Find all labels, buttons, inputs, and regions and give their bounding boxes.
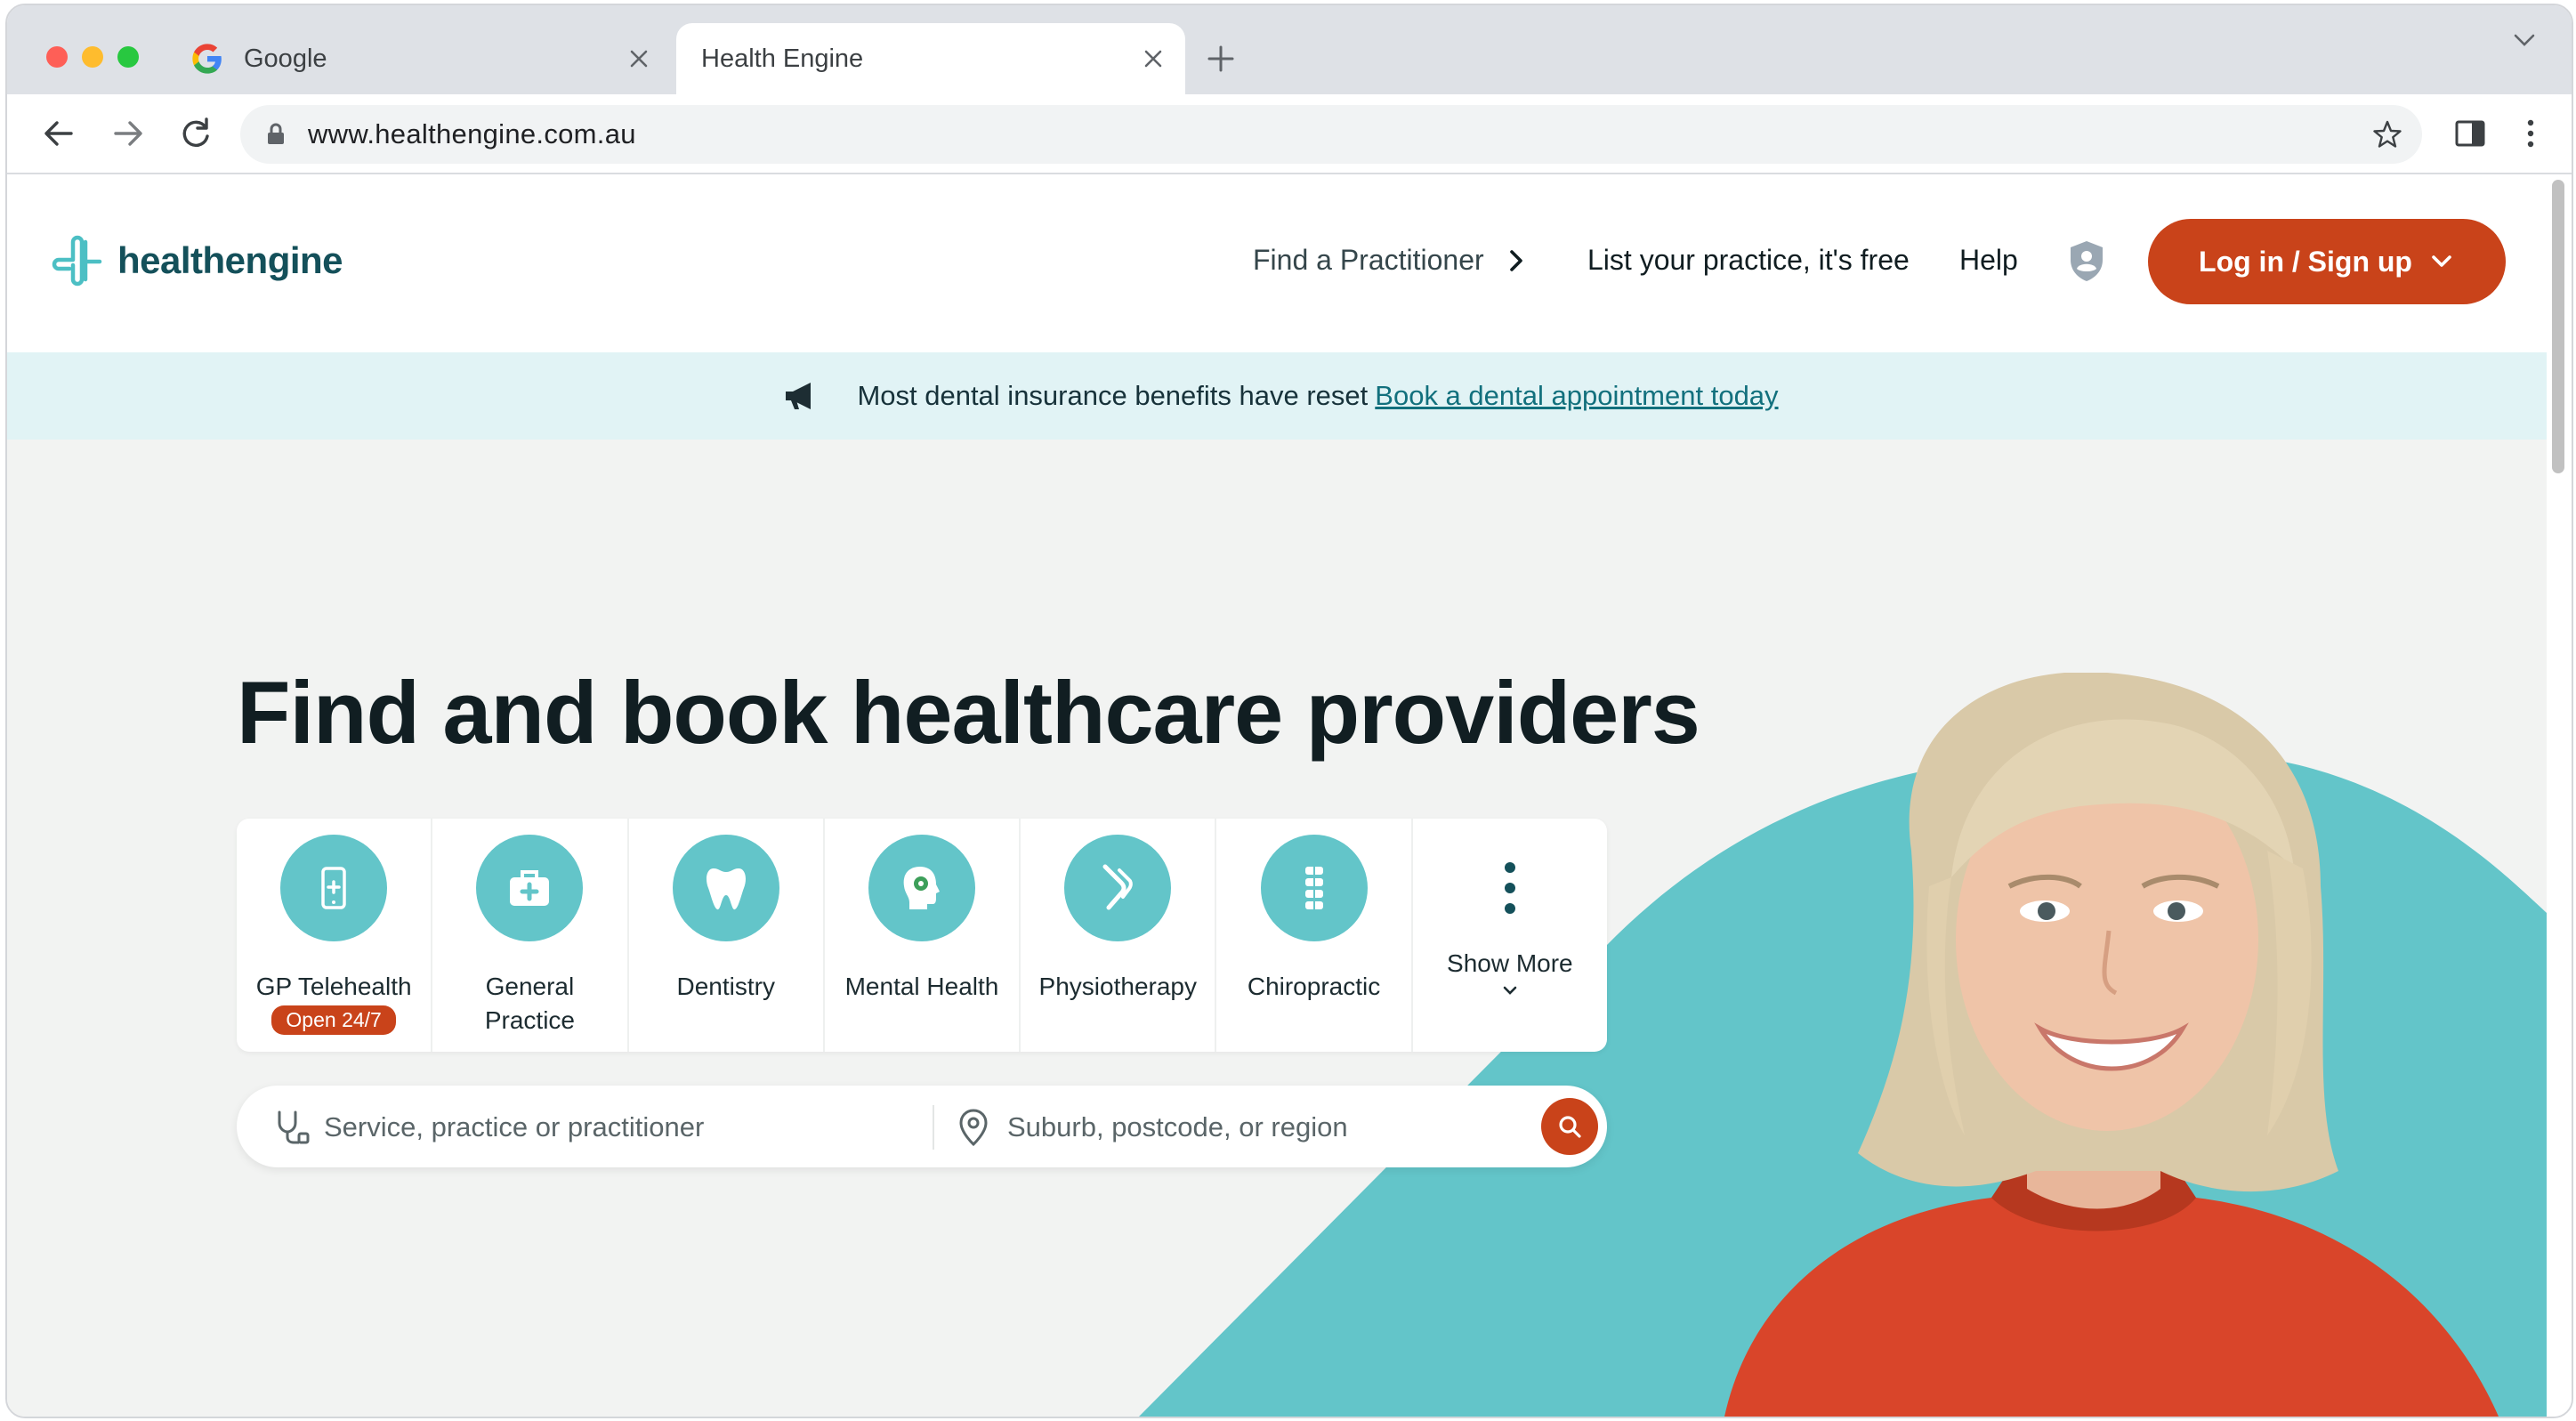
chevron-down-icon	[1503, 986, 1517, 995]
chevron-down-icon[interactable]	[2509, 25, 2540, 55]
category-label: GP Telehealth	[255, 973, 412, 1000]
list-practice-link[interactable]: List your practice, it's free	[1587, 244, 1910, 277]
logo-text: healthengine	[117, 239, 343, 281]
reload-icon[interactable]	[176, 114, 215, 153]
category-physiotherapy[interactable]: Physiotherapy	[1021, 819, 1217, 1052]
search-divider	[933, 1105, 934, 1150]
category-label: Dentistry	[676, 973, 775, 1000]
category-icon-circle	[476, 835, 584, 941]
category-show-more[interactable]: Show More	[1413, 819, 1607, 1052]
category-general-practice[interactable]: General Practice	[432, 819, 629, 1052]
location-search-input[interactable]	[1005, 1105, 1490, 1150]
search-icon	[1559, 1116, 1581, 1138]
menu-dots-icon[interactable]	[2511, 114, 2550, 153]
help-link[interactable]: Help	[1959, 244, 2018, 277]
healthengine-logo-icon	[52, 235, 102, 287]
forward-icon[interactable]	[109, 114, 148, 153]
book-dental-link[interactable]: Book a dental appointment today	[1375, 380, 1778, 412]
search-bar	[237, 1086, 1607, 1167]
new-tab-icon[interactable]	[1205, 43, 1237, 75]
lock-icon[interactable]	[263, 122, 288, 147]
address-bar[interactable]: www.healthengine.com.au	[240, 105, 2422, 164]
chevron-right-icon	[1509, 249, 1522, 271]
head-brain-icon	[903, 867, 940, 909]
tab-title: Health Engine	[701, 44, 864, 73]
page-content: healthengine Find a Practitioner List yo…	[7, 174, 2547, 1417]
hero-woman-photo	[1724, 673, 2499, 1417]
find-practitioner-label: Find a Practitioner	[1253, 244, 1484, 276]
back-icon[interactable]	[39, 114, 78, 153]
close-tab-icon[interactable]	[1139, 44, 1167, 73]
stethoscope-icon	[278, 1110, 310, 1144]
minimize-window-button[interactable]	[82, 46, 103, 68]
tooth-icon	[706, 868, 746, 910]
category-icon-circle	[280, 835, 388, 941]
tab-strip: Google Health Engine	[7, 5, 2572, 94]
category-label: Chiropractic	[1247, 973, 1381, 1000]
category-mental-health[interactable]: Mental Health	[825, 819, 1022, 1052]
service-search-input[interactable]	[322, 1105, 895, 1150]
login-signup-button[interactable]: Log in / Sign up	[2148, 219, 2506, 304]
category-label: Show More	[1447, 949, 1573, 977]
url-text[interactable]: www.healthengine.com.au	[308, 118, 636, 150]
site-header: healthengine Find a Practitioner List yo…	[7, 174, 2547, 352]
hero-title: Find and book healthcare providers	[237, 663, 1700, 762]
megaphone-icon	[786, 383, 812, 409]
maximize-window-button[interactable]	[117, 46, 139, 68]
category-icon-circle	[1064, 835, 1172, 941]
healthengine-logo[interactable]: healthengine	[50, 233, 343, 288]
location-pin-icon	[959, 1109, 988, 1147]
chevron-down-icon	[2432, 255, 2451, 267]
side-panel-icon[interactable]	[2451, 114, 2490, 153]
tab-title: Google	[244, 44, 327, 73]
browser-toolbar: www.healthengine.com.au	[7, 94, 2572, 174]
banner-text: Most dental insurance benefits have rese…	[857, 380, 1369, 411]
google-icon	[192, 44, 222, 74]
category-icon-circle	[868, 835, 975, 941]
login-signup-label: Log in / Sign up	[2199, 245, 2412, 278]
category-chiropractic[interactable]: Chiropractic	[1216, 819, 1413, 1052]
category-bar: GP Telehealth Open 24/7 General Practice	[237, 819, 1607, 1052]
close-tab-icon[interactable]	[625, 44, 653, 73]
category-label: Mental Health	[844, 973, 999, 1000]
bookmark-star-icon[interactable]	[2372, 119, 2402, 149]
phone-plus-icon	[321, 867, 346, 909]
category-icon-circle	[672, 835, 779, 941]
browser-window: Google Health Engine www.healthengine.co…	[5, 4, 2573, 1418]
close-window-button[interactable]	[46, 46, 68, 68]
joint-icon	[1102, 864, 1134, 910]
scrollbar-thumb[interactable]	[2552, 180, 2564, 473]
vertical-dots-icon	[1504, 862, 1515, 914]
category-label: Physiotherapy	[1038, 973, 1197, 1000]
search-button[interactable]	[1541, 1098, 1598, 1155]
tab-google[interactable]: Google	[173, 23, 671, 94]
medical-bag-icon	[510, 870, 550, 906]
open-24-7-badge: Open 24/7	[271, 1005, 396, 1035]
spine-icon	[1304, 867, 1323, 909]
category-gp-telehealth[interactable]: GP Telehealth Open 24/7	[237, 819, 433, 1052]
category-icon-circle	[1260, 835, 1368, 941]
privacy-shield-icon[interactable]	[2066, 238, 2107, 283]
category-dentistry[interactable]: Dentistry	[629, 819, 825, 1052]
announcement-banner: Most dental insurance benefits have rese…	[7, 352, 2547, 440]
find-practitioner-link[interactable]: Find a Practitioner	[1253, 244, 1529, 277]
tab-health-engine[interactable]: Health Engine	[676, 23, 1185, 94]
category-label: General Practice	[484, 973, 575, 1034]
